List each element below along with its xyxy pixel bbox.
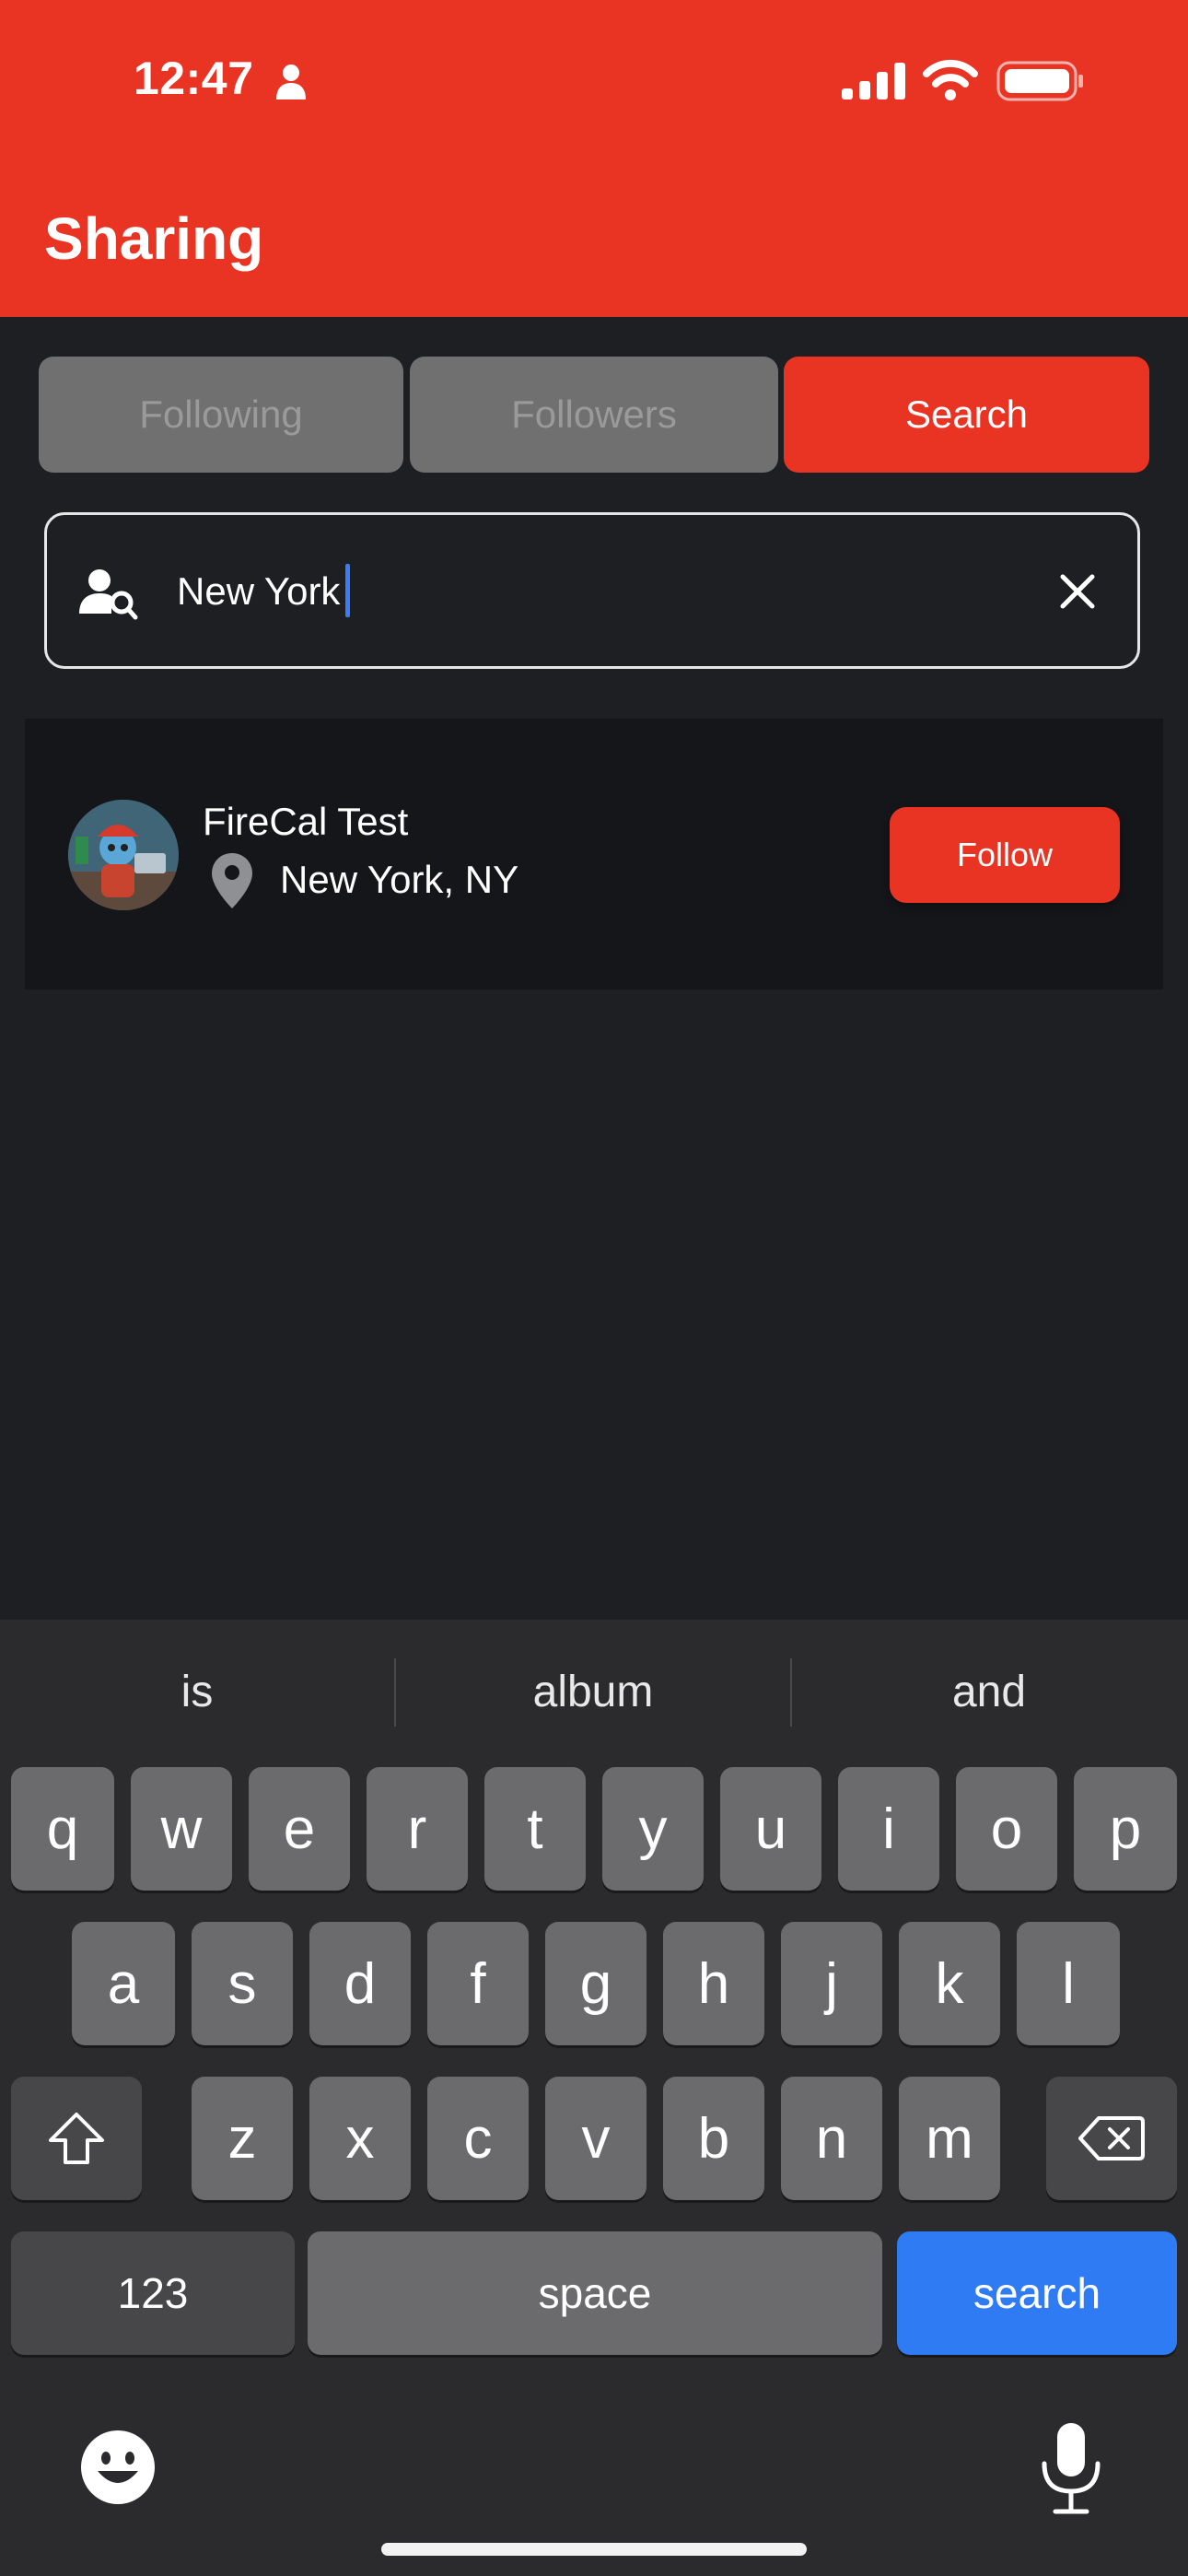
user-search-icon [79, 569, 138, 620]
tab-following[interactable]: Following [39, 357, 403, 473]
key-s[interactable]: s [192, 1922, 293, 2045]
key-k[interactable]: k [899, 1922, 1000, 2045]
tab-search[interactable]: Search [784, 357, 1149, 473]
avatar[interactable] [68, 800, 179, 910]
key-h[interactable]: h [663, 1922, 764, 2045]
shift-icon [49, 2113, 104, 2164]
status-time: 12:47 [134, 53, 254, 104]
battery-icon [996, 61, 1083, 101]
key-l[interactable]: l [1017, 1922, 1120, 2045]
page-title: Sharing [44, 205, 264, 272]
person-icon [276, 64, 306, 100]
search-key[interactable]: search [897, 2231, 1177, 2355]
search-input[interactable]: New York [177, 566, 340, 617]
backspace-icon [1078, 2116, 1145, 2160]
key-o[interactable]: o [956, 1767, 1057, 1891]
emoji-icon[interactable] [79, 2429, 157, 2506]
key-r[interactable]: r [367, 1767, 468, 1891]
key-c[interactable]: c [427, 2077, 529, 2200]
suggestion-is[interactable]: is [0, 1647, 394, 1736]
key-z[interactable]: z [192, 2077, 293, 2200]
key-g[interactable]: g [545, 1922, 646, 2045]
key-q[interactable]: q [11, 1767, 114, 1891]
backspace-key[interactable] [1046, 2077, 1177, 2200]
key-d[interactable]: d [309, 1922, 411, 2045]
close-icon[interactable] [1055, 569, 1100, 614]
tab-followers[interactable]: Followers [410, 357, 778, 473]
follow-button[interactable]: Follow [890, 807, 1120, 903]
suggestion-and[interactable]: and [792, 1647, 1186, 1736]
signal-icon [842, 63, 905, 100]
key-j[interactable]: j [781, 1922, 882, 2045]
key-w[interactable]: w [131, 1767, 232, 1891]
key-t[interactable]: t [484, 1767, 586, 1891]
numbers-key[interactable]: 123 [11, 2231, 295, 2355]
key-e[interactable]: e [249, 1767, 350, 1891]
key-x[interactable]: x [309, 2077, 411, 2200]
user-name: FireCal Test [203, 800, 409, 843]
key-n[interactable]: n [781, 2077, 882, 2200]
user-location: New York, NY [280, 858, 519, 901]
suggestion-album[interactable]: album [396, 1647, 790, 1736]
key-u[interactable]: u [720, 1767, 821, 1891]
space-key[interactable]: space [308, 2231, 882, 2355]
wifi-icon [923, 59, 978, 100]
home-indicator [381, 2543, 807, 2556]
key-f[interactable]: f [427, 1922, 529, 2045]
key-m[interactable]: m [899, 2077, 1000, 2200]
key-p[interactable]: p [1074, 1767, 1177, 1891]
key-i[interactable]: i [838, 1767, 939, 1891]
shift-key[interactable] [11, 2077, 142, 2200]
location-pin-icon [212, 853, 252, 908]
key-y[interactable]: y [602, 1767, 704, 1891]
microphone-icon[interactable] [1037, 2421, 1105, 2517]
key-b[interactable]: b [663, 2077, 764, 2200]
key-v[interactable]: v [545, 2077, 646, 2200]
key-a[interactable]: a [72, 1922, 175, 2045]
text-cursor [345, 564, 350, 617]
